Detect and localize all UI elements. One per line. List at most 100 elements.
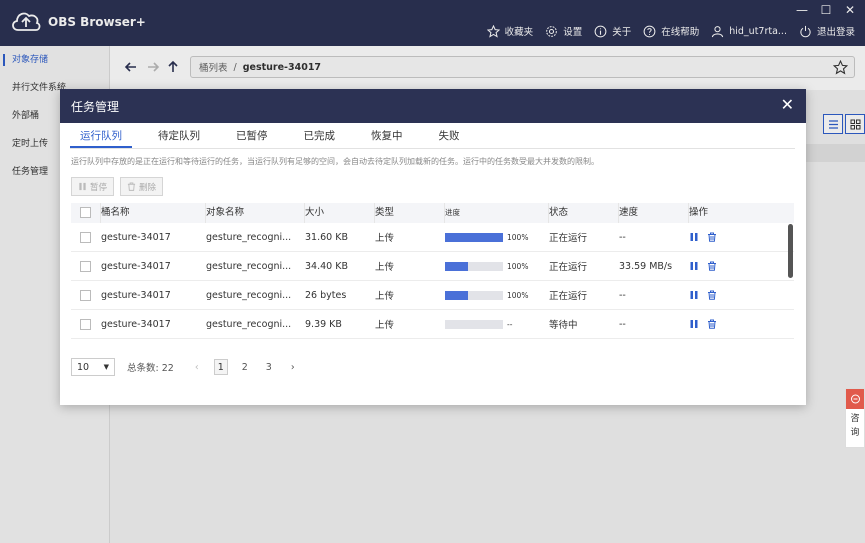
pause-button[interactable]: 暂停 bbox=[71, 177, 115, 196]
page-1[interactable]: 1 bbox=[213, 359, 228, 375]
cell-type: 上传 bbox=[375, 262, 395, 273]
cell-bucket: gesture-34017 bbox=[101, 260, 171, 272]
trash-icon[interactable] bbox=[707, 232, 717, 242]
col-actions: 操作 bbox=[689, 207, 709, 218]
pause-icon[interactable] bbox=[689, 319, 699, 329]
row-checkbox[interactable] bbox=[80, 260, 91, 272]
progress-text: 100% bbox=[507, 261, 529, 271]
row-checkbox[interactable] bbox=[80, 289, 91, 301]
cell-actions bbox=[689, 290, 749, 300]
progress-fill bbox=[445, 261, 469, 271]
cell-status: 正在运行 bbox=[549, 262, 588, 273]
progress-fill bbox=[445, 232, 503, 242]
pause-icon[interactable] bbox=[689, 232, 699, 242]
chevron-down-icon: ▼ bbox=[103, 363, 109, 371]
cell-speed: -- bbox=[619, 231, 626, 243]
cell-status: 正在运行 bbox=[549, 233, 588, 244]
page-size-value: 10 bbox=[77, 361, 90, 373]
progress-text: -- bbox=[507, 319, 513, 329]
close-icon[interactable]: ✕ bbox=[781, 97, 794, 113]
delete-button[interactable]: 删除 bbox=[120, 177, 164, 196]
tab-failed[interactable]: 失败 bbox=[429, 127, 470, 148]
cell-speed: 33.59 MB/s bbox=[619, 260, 673, 272]
cell-bucket: gesture-34017 bbox=[101, 231, 171, 243]
cell-object: gesture_recogni... bbox=[206, 260, 292, 272]
total-count: 总条数: 22 bbox=[127, 363, 174, 374]
cell-bucket: gesture-34017 bbox=[101, 318, 171, 330]
tab-running-queue[interactable]: 运行队列 bbox=[70, 127, 132, 148]
page-3[interactable]: 3 bbox=[262, 359, 276, 375]
trash-icon[interactable] bbox=[707, 290, 717, 300]
cell-type: 上传 bbox=[375, 291, 395, 302]
cell-size: 26 bytes bbox=[305, 289, 347, 301]
pause-icon[interactable] bbox=[689, 261, 699, 271]
prev-page-icon[interactable]: ‹ bbox=[190, 359, 204, 375]
table-scrollbar[interactable] bbox=[788, 224, 793, 278]
col-speed: 速度 bbox=[619, 203, 689, 223]
table-row[interactable]: gesture-34017 gesture_recogni... 31.60 KB 上… bbox=[71, 223, 794, 252]
tab-paused[interactable]: 已暂停 bbox=[226, 127, 278, 148]
progress-text: 100% bbox=[507, 290, 529, 300]
col-bucket: 桶名称 bbox=[101, 203, 206, 223]
dialog-header: 任务管理 ✕ bbox=[60, 89, 806, 123]
progress-bar bbox=[445, 319, 503, 329]
cell-status: 等待中 bbox=[549, 320, 578, 331]
progress-fill bbox=[445, 290, 469, 300]
row-checkbox[interactable] bbox=[80, 318, 91, 330]
cell-actions bbox=[689, 319, 749, 329]
cell-actions bbox=[689, 261, 749, 271]
pause-icon[interactable] bbox=[689, 290, 699, 300]
cell-type: 上传 bbox=[375, 320, 395, 331]
cell-progress: 100% bbox=[445, 232, 549, 242]
chat-icon bbox=[846, 389, 864, 409]
task-management-dialog: 任务管理 ✕ 运行队列 待定队列 已暂停 已完成 恢复中 失败 运行队列中存放的… bbox=[60, 89, 806, 405]
pause-label: 暂停 bbox=[90, 182, 108, 193]
next-page-icon[interactable]: › bbox=[286, 359, 300, 375]
dialog-title: 任务管理 bbox=[71, 100, 120, 114]
progress-bar bbox=[445, 261, 503, 271]
consult-widget[interactable]: 咨询 bbox=[845, 388, 865, 448]
table-header: 桶名称 对象名称 大小 类型 进度 状态 速度 操作 bbox=[71, 203, 794, 223]
cell-type: 上传 bbox=[375, 233, 395, 244]
cell-size: 9.39 KB bbox=[305, 318, 342, 330]
trash-icon[interactable] bbox=[707, 261, 717, 271]
cell-progress: -- bbox=[445, 319, 549, 329]
table-row[interactable]: gesture-34017 gesture_recogni... 26 bytes 上… bbox=[71, 281, 794, 310]
pause-icon bbox=[79, 182, 86, 191]
col-status: 状态 bbox=[549, 203, 619, 223]
progress-text: 100% bbox=[507, 232, 529, 242]
tab-recovering[interactable]: 恢复中 bbox=[361, 127, 413, 148]
cell-actions bbox=[689, 232, 749, 242]
progress-bar bbox=[445, 232, 503, 242]
page-size-select[interactable]: 10 ▼ bbox=[71, 358, 115, 376]
col-object: 对象名称 bbox=[206, 203, 305, 223]
consult-label: 咨询 bbox=[850, 414, 860, 438]
col-type: 类型 bbox=[375, 203, 445, 223]
tab-pending-queue[interactable]: 待定队列 bbox=[148, 127, 210, 148]
cell-progress: 100% bbox=[445, 290, 549, 300]
trash-icon bbox=[127, 182, 136, 191]
cell-size: 31.60 KB bbox=[305, 231, 348, 243]
cell-bucket: gesture-34017 bbox=[101, 289, 171, 301]
table-row[interactable]: gesture-34017 gesture_recogni... 9.39 KB 上传… bbox=[71, 310, 794, 339]
col-progress: 进度 bbox=[445, 203, 549, 223]
cell-object: gesture_recogni... bbox=[206, 289, 292, 301]
progress-bar bbox=[445, 290, 503, 300]
cell-speed: -- bbox=[619, 289, 626, 301]
col-size: 大小 bbox=[305, 203, 375, 223]
trash-icon[interactable] bbox=[707, 319, 717, 329]
cell-progress: 100% bbox=[445, 261, 549, 271]
cell-object: gesture_recogni... bbox=[206, 231, 292, 243]
cell-size: 34.40 KB bbox=[305, 260, 348, 272]
task-table: 桶名称 对象名称 大小 类型 进度 状态 速度 操作 gesture-34017… bbox=[71, 203, 794, 351]
tab-completed[interactable]: 已完成 bbox=[294, 127, 346, 148]
table-row[interactable]: gesture-34017 gesture_recogni... 34.40 KB 上… bbox=[71, 252, 794, 281]
row-checkbox[interactable] bbox=[80, 231, 91, 243]
cell-object: gesture_recogni... bbox=[206, 318, 292, 330]
select-all-checkbox[interactable] bbox=[80, 207, 91, 218]
pagination: 10 ▼ 总条数: 22 ‹ 1 2 3 › bbox=[71, 356, 796, 378]
page-2[interactable]: 2 bbox=[238, 359, 252, 375]
delete-label: 删除 bbox=[139, 182, 157, 193]
queue-description: 运行队列中存放的是正在运行和等待运行的任务，当运行队列有足够的空间，会自动去待定… bbox=[71, 157, 599, 166]
cell-status: 正在运行 bbox=[549, 291, 588, 302]
